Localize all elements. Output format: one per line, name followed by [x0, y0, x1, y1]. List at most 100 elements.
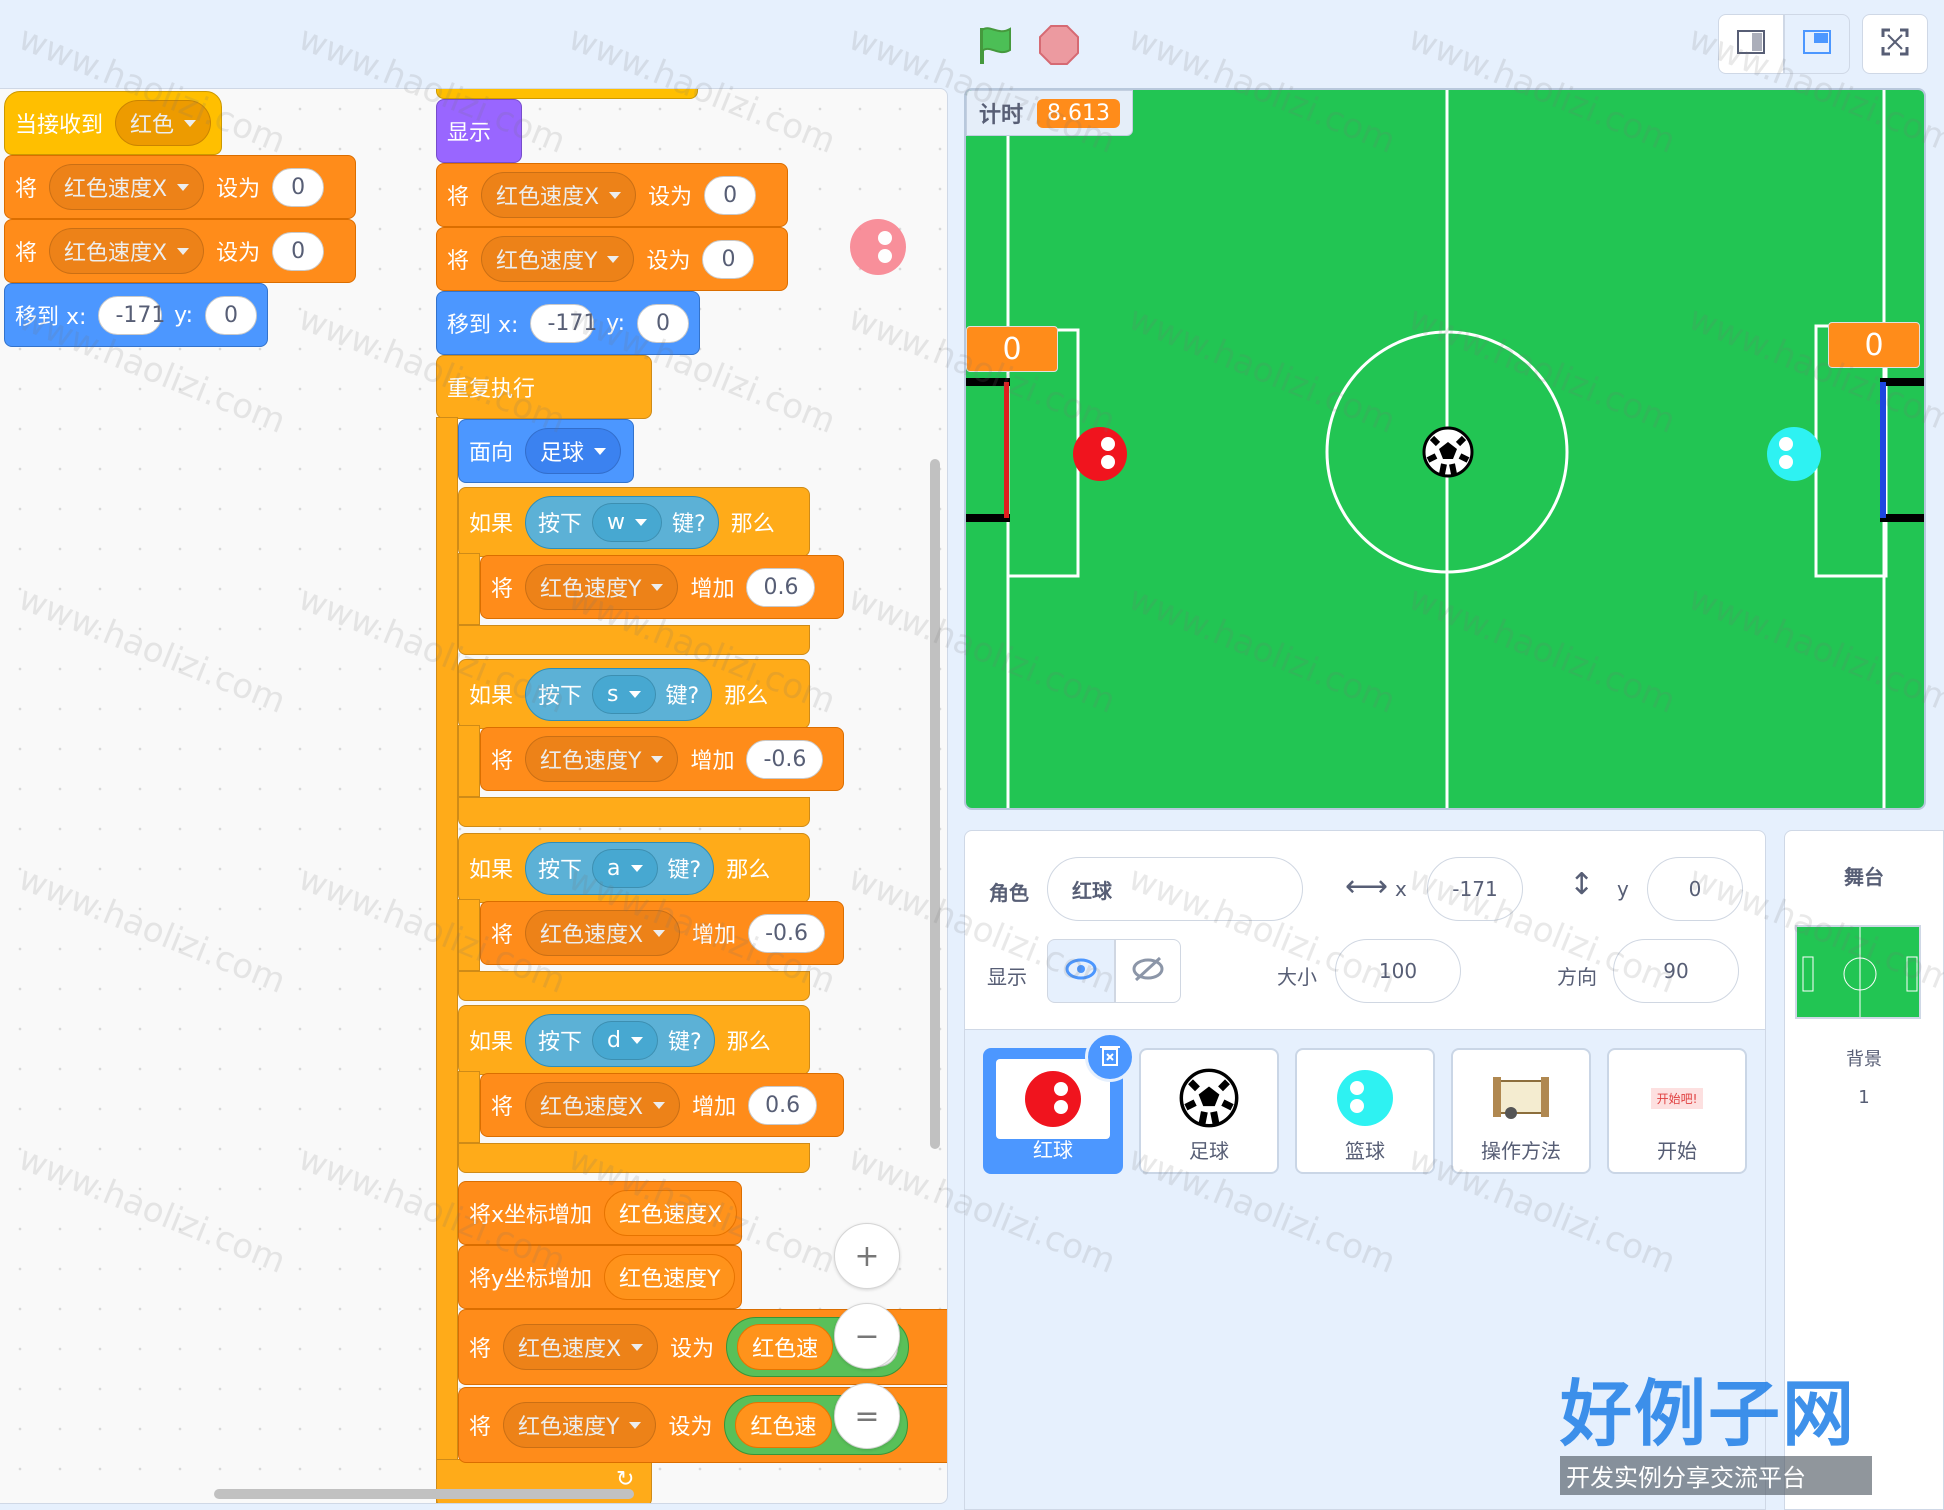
variable-dropdown[interactable]: 红色速度X	[525, 1082, 681, 1128]
red-ball-sprite[interactable]	[1072, 426, 1128, 486]
zoom-out-button[interactable]: −	[834, 1303, 900, 1369]
if-block[interactable]: 如果 按下 s 键? 那么	[458, 659, 810, 729]
change-variable-block[interactable]: 将 红色速度Y 增加 0.6	[480, 555, 844, 619]
start-thumb-text: 开始吧!	[1650, 1087, 1704, 1109]
cyan-ball-sprite[interactable]	[1766, 426, 1822, 486]
variable-dropdown[interactable]: 红色速度Y	[481, 236, 635, 282]
change-variable-block[interactable]: 将 红色速度X 增加 -0.6	[480, 901, 844, 965]
key-dropdown[interactable]: a	[592, 848, 658, 888]
green-flag-icon[interactable]	[972, 22, 1018, 68]
key-pressed-sensor[interactable]: 按下 a 键?	[525, 841, 715, 895]
key-dropdown[interactable]: s	[592, 674, 656, 714]
when-receive-hat[interactable]: 当接收到 红色	[4, 91, 222, 155]
y-field[interactable]: 0	[1647, 857, 1743, 921]
show-block[interactable]: 显示	[436, 99, 522, 163]
key-dropdown[interactable]: w	[592, 502, 663, 542]
sprite-label: 角色	[989, 881, 1029, 905]
if-block[interactable]: 如果 按下 d 键? 那么	[458, 1005, 810, 1075]
value-input[interactable]: -0.6	[746, 739, 824, 779]
hat-block-top[interactable]	[436, 89, 698, 99]
forever-block[interactable]: 重复执行	[436, 355, 652, 419]
change-x-block[interactable]: 将x坐标增加 红色速度X	[458, 1181, 742, 1245]
key-pressed-sensor[interactable]: 按下 d 键?	[525, 1013, 715, 1067]
variable-dropdown[interactable]: 红色速度X	[481, 172, 637, 218]
size-field[interactable]: 100	[1335, 939, 1461, 1003]
message-dropdown[interactable]: 红色	[115, 100, 212, 146]
y-input[interactable]: 0	[205, 295, 257, 335]
zoom-reset-button[interactable]: =	[834, 1383, 900, 1449]
change-y-block[interactable]: 将y坐标增加 红色速度Y	[458, 1245, 742, 1309]
y-input[interactable]: 0	[637, 303, 689, 343]
timer-monitor[interactable]: 计时 8.613	[966, 90, 1133, 136]
value-input[interactable]: 0.6	[746, 567, 816, 607]
block-label: 增加	[692, 923, 737, 948]
large-stage-button[interactable]	[1784, 14, 1850, 74]
sprite-tile[interactable]: 操作方法	[1451, 1048, 1591, 1174]
delete-sprite-button[interactable]	[1085, 1032, 1135, 1082]
variable-reporter[interactable]: 红色速	[735, 1402, 832, 1448]
value-input[interactable]: 0	[704, 175, 757, 215]
change-variable-block[interactable]: 将 红色速度X 增加 0.6	[480, 1073, 844, 1137]
value-input[interactable]: 0.6	[748, 1085, 818, 1125]
value-input[interactable]: -0.6	[748, 913, 826, 953]
direction-field[interactable]: 90	[1613, 939, 1739, 1003]
sprite-tile[interactable]: 篮球	[1295, 1048, 1435, 1174]
zoom-in-button[interactable]: +	[834, 1223, 900, 1289]
sprite-tile[interactable]: 足球	[1139, 1048, 1279, 1174]
if-block[interactable]: 如果 按下 w 键? 那么	[458, 487, 810, 557]
stage[interactable]: 计时 8.613 0 0	[964, 88, 1926, 810]
variable-dropdown[interactable]: 红色速度X	[49, 164, 205, 210]
key-pressed-sensor[interactable]: 按下 s 键?	[525, 667, 713, 721]
x-input[interactable]: -171	[98, 295, 165, 335]
change-variable-block[interactable]: 将 红色速度Y 增加 -0.6	[480, 727, 844, 791]
variable-dropdown[interactable]: 红色速度X	[525, 910, 681, 956]
fullscreen-button[interactable]	[1862, 14, 1928, 74]
x-input[interactable]: -171	[530, 303, 597, 343]
if-block[interactable]: 如果 按下 a 键? 那么	[458, 833, 810, 903]
variable-dropdown[interactable]: 红色速度Y	[525, 564, 679, 610]
block-label: 键?	[672, 512, 706, 537]
stage-selector[interactable]: 舞台 背景 1	[1784, 830, 1944, 1510]
set-variable-block[interactable]: 将 红色速度X 设为 0	[436, 163, 788, 227]
sprite-name-field[interactable]: 红球	[1047, 857, 1303, 921]
sprite-tile[interactable]: 开始吧! 开始	[1607, 1048, 1747, 1174]
horizontal-scrollbar[interactable]	[214, 1489, 634, 1499]
sprite-name: 足球	[1189, 1139, 1229, 1163]
variable-dropdown[interactable]: 红色速度Y	[525, 736, 679, 782]
vertical-scrollbar[interactable]	[930, 459, 940, 1149]
zoom-out-icon: −	[854, 1318, 880, 1354]
trash-icon	[1099, 1043, 1121, 1071]
set-variable-block[interactable]: 将 红色速度Y 设为 0	[436, 227, 788, 291]
key-dropdown[interactable]: d	[592, 1020, 658, 1060]
show-hidden-button[interactable]	[1115, 939, 1181, 1003]
variable-dropdown[interactable]: 红色速度X	[503, 1324, 659, 1370]
variable-reporter[interactable]: 红色速度X	[604, 1190, 738, 1236]
target-dropdown[interactable]: 足球	[525, 428, 622, 474]
sprite-info-panel: 角色 红球 ⟷ x -171 ↕ y 0 显示 大小 100 方向 90	[964, 830, 1766, 1030]
goto-xy-block[interactable]: 移到 x: -171 y: 0	[4, 283, 268, 347]
variable-reporter[interactable]: 红色速度Y	[604, 1254, 736, 1300]
variable-dropdown[interactable]: 红色速度Y	[503, 1402, 657, 1448]
sprite-name-value: 红球	[1072, 878, 1112, 903]
block-label: 键?	[668, 1030, 702, 1055]
value-input[interactable]: 0	[272, 231, 325, 271]
code-area[interactable]: 当接收到 红色 将 红色速度X 设为 0 将 红色速度X 设为 0 移到 x: …	[0, 88, 948, 1504]
show-visible-button[interactable]	[1047, 939, 1115, 1003]
soccer-ball-sprite[interactable]	[1422, 426, 1474, 482]
variable-reporter[interactable]: 红色速	[737, 1324, 834, 1370]
value-input[interactable]: 0	[702, 239, 755, 279]
backdrop-thumbnail[interactable]	[1795, 925, 1921, 1019]
stop-icon[interactable]	[1036, 22, 1082, 68]
point-towards-block[interactable]: 面向 足球	[458, 419, 634, 483]
goto-xy-block[interactable]: 移到 x: -171 y: 0	[436, 291, 700, 355]
small-stage-button[interactable]	[1718, 14, 1784, 74]
set-variable-block[interactable]: 将 红色速度X 设为 0	[4, 219, 356, 283]
variable-dropdown[interactable]: 红色速度X	[49, 228, 205, 274]
if-arm	[458, 899, 480, 971]
value-input[interactable]: 0	[272, 167, 325, 207]
x-field[interactable]: -171	[1427, 857, 1523, 921]
key-pressed-sensor[interactable]: 按下 w 键?	[525, 495, 719, 549]
if-bottom	[458, 625, 810, 655]
set-variable-block[interactable]: 将 红色速度X 设为 0	[4, 155, 356, 219]
block-label: 将	[447, 185, 470, 210]
